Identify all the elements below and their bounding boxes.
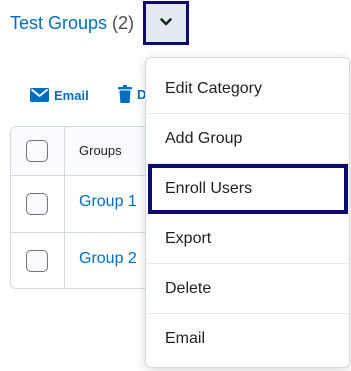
menu-item-enroll-users[interactable]: Enroll Users	[148, 164, 348, 214]
menu-item-export[interactable]: Export	[146, 214, 349, 264]
trash-icon	[118, 85, 132, 103]
row-checkbox[interactable]	[26, 250, 48, 272]
category-header: Test Groups (2)	[10, 10, 134, 36]
group-link[interactable]: Group 1	[79, 193, 137, 211]
table-row: Group 1	[11, 176, 159, 233]
menu-item-add-group[interactable]: Add Group	[146, 114, 349, 164]
column-divider	[64, 127, 65, 175]
email-button[interactable]: Email	[30, 88, 89, 103]
group-count: (2)	[112, 12, 135, 33]
groups-table: Groups Group 1 Group 2	[10, 126, 160, 289]
groups-toolbar: Email D	[30, 85, 146, 105]
category-dropdown-menu: Edit Category Add Group Enroll Users Exp…	[145, 57, 350, 368]
chevron-down-icon	[160, 18, 172, 26]
group-link[interactable]: Group 2	[79, 250, 137, 268]
delete-button[interactable]: D	[118, 85, 146, 103]
select-all-checkbox[interactable]	[26, 140, 48, 162]
menu-item-email[interactable]: Email	[146, 314, 349, 364]
category-menu-button[interactable]	[143, 1, 189, 45]
menu-item-delete[interactable]: Delete	[146, 264, 349, 314]
table-header-row: Groups	[11, 127, 159, 176]
table-row: Group 2	[11, 233, 159, 288]
column-divider	[64, 233, 65, 288]
column-divider	[64, 176, 65, 232]
groups-column-header[interactable]: Groups	[79, 143, 122, 158]
row-checkbox[interactable]	[26, 193, 48, 215]
email-button-label: Email	[54, 87, 89, 103]
menu-item-edit-category[interactable]: Edit Category	[146, 64, 349, 114]
envelope-icon	[30, 88, 49, 102]
category-title[interactable]: Test Groups	[10, 13, 107, 34]
